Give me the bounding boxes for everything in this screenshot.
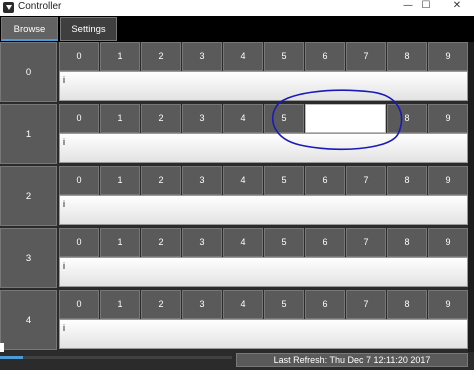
tab-settings[interactable]: Settings: [60, 17, 117, 41]
cell-button[interactable]: 4: [223, 104, 263, 133]
tab-bar: Browse Settings: [0, 16, 474, 42]
status-bar: Last Refresh: Thu Dec 7 12:11:20 2017: [0, 343, 474, 370]
text-field[interactable]: i: [59, 319, 468, 349]
cell-button[interactable]: 0: [59, 290, 99, 319]
cell-button[interactable]: 2: [141, 166, 181, 195]
minimize-button[interactable]: —: [399, 0, 417, 14]
row-0: 0 0 1 2 3 4 5 6 7 8 9 i: [0, 42, 474, 104]
cell-button[interactable]: 7: [346, 166, 386, 195]
cell-button[interactable]: 7: [346, 290, 386, 319]
text-field[interactable]: i: [59, 195, 468, 225]
tab-browse[interactable]: Browse: [1, 17, 58, 41]
window-title: Controller: [18, 1, 62, 12]
maximize-button[interactable]: ☐: [417, 0, 435, 14]
cell-button[interactable]: 2: [141, 42, 181, 71]
cell-button[interactable]: 9: [428, 42, 468, 71]
row-4: 4 0 1 2 3 4 5 6 7 8 9 i: [0, 290, 474, 352]
cell-button[interactable]: 9: [428, 228, 468, 257]
cell-button[interactable]: 4: [223, 42, 263, 71]
cell-button[interactable]: 0: [59, 42, 99, 71]
cell-button[interactable]: 3: [182, 166, 222, 195]
cell-button[interactable]: 5: [264, 228, 304, 257]
row-label[interactable]: 4: [0, 290, 57, 350]
progress-bar: [0, 356, 232, 359]
cell-button[interactable]: 1: [100, 166, 140, 195]
cell-button[interactable]: 8: [387, 228, 427, 257]
row-2: 2 0 1 2 3 4 5 6 7 8 9 i: [0, 166, 474, 228]
row-3: 3 0 1 2 3 4 5 6 7 8 9 i: [0, 228, 474, 290]
text-field[interactable]: i: [59, 133, 468, 163]
blank-cell: [305, 104, 386, 133]
row-label[interactable]: 1: [0, 104, 57, 164]
last-refresh-label: Last Refresh: Thu Dec 7 12:11:20 2017: [236, 353, 468, 367]
close-button[interactable]: ✕: [445, 0, 469, 14]
row-label[interactable]: 3: [0, 228, 57, 288]
cell-button[interactable]: 9: [428, 104, 468, 133]
cell-button[interactable]: 5: [264, 290, 304, 319]
cell-button[interactable]: 8: [387, 42, 427, 71]
cell-button[interactable]: 3: [182, 290, 222, 319]
scroll-edge: [468, 42, 474, 370]
cell-button[interactable]: 6: [305, 166, 345, 195]
cell-button[interactable]: 0: [59, 228, 99, 257]
progress-fill: [0, 356, 23, 359]
cell-button[interactable]: 6: [305, 228, 345, 257]
cell-button[interactable]: 6: [305, 290, 345, 319]
cell-button[interactable]: 8: [387, 104, 427, 133]
cell-button[interactable]: 3: [182, 42, 222, 71]
cell-button[interactable]: 5: [264, 166, 304, 195]
row-label[interactable]: 0: [0, 42, 57, 102]
row-1: 1 0 1 2 3 4 5 8 9 i: [0, 104, 474, 166]
cell-button[interactable]: 3: [182, 104, 222, 133]
rows-panel: 0 0 1 2 3 4 5 6 7 8 9 i 1 0 1 2 3 4 5 8 …: [0, 42, 474, 352]
cell-button[interactable]: 1: [100, 228, 140, 257]
cell-button[interactable]: 4: [223, 290, 263, 319]
cell-button[interactable]: 0: [59, 166, 99, 195]
text-field[interactable]: i: [59, 257, 468, 287]
cell-button[interactable]: 1: [100, 42, 140, 71]
cell-button[interactable]: 9: [428, 290, 468, 319]
cursor-marker: [0, 343, 4, 352]
cell-button[interactable]: 4: [223, 166, 263, 195]
cell-button[interactable]: 0: [59, 104, 99, 133]
app-icon: [3, 2, 14, 13]
cell-button[interactable]: 7: [346, 42, 386, 71]
cell-button[interactable]: 8: [387, 166, 427, 195]
cell-button[interactable]: 2: [141, 290, 181, 319]
cell-button[interactable]: 2: [141, 104, 181, 133]
cell-button[interactable]: 8: [387, 290, 427, 319]
cell-button[interactable]: 3: [182, 228, 222, 257]
cell-button[interactable]: 1: [100, 290, 140, 319]
cell-button[interactable]: 5: [264, 104, 304, 133]
cell-button[interactable]: 6: [305, 42, 345, 71]
cell-button[interactable]: 9: [428, 166, 468, 195]
cell-button[interactable]: 4: [223, 228, 263, 257]
cell-button[interactable]: 5: [264, 42, 304, 71]
cell-button[interactable]: 2: [141, 228, 181, 257]
row-label[interactable]: 2: [0, 166, 57, 226]
text-field[interactable]: i: [59, 71, 468, 101]
cell-button[interactable]: 1: [100, 104, 140, 133]
cell-button[interactable]: 7: [346, 228, 386, 257]
title-bar: Controller — ☐ ✕: [0, 0, 474, 17]
